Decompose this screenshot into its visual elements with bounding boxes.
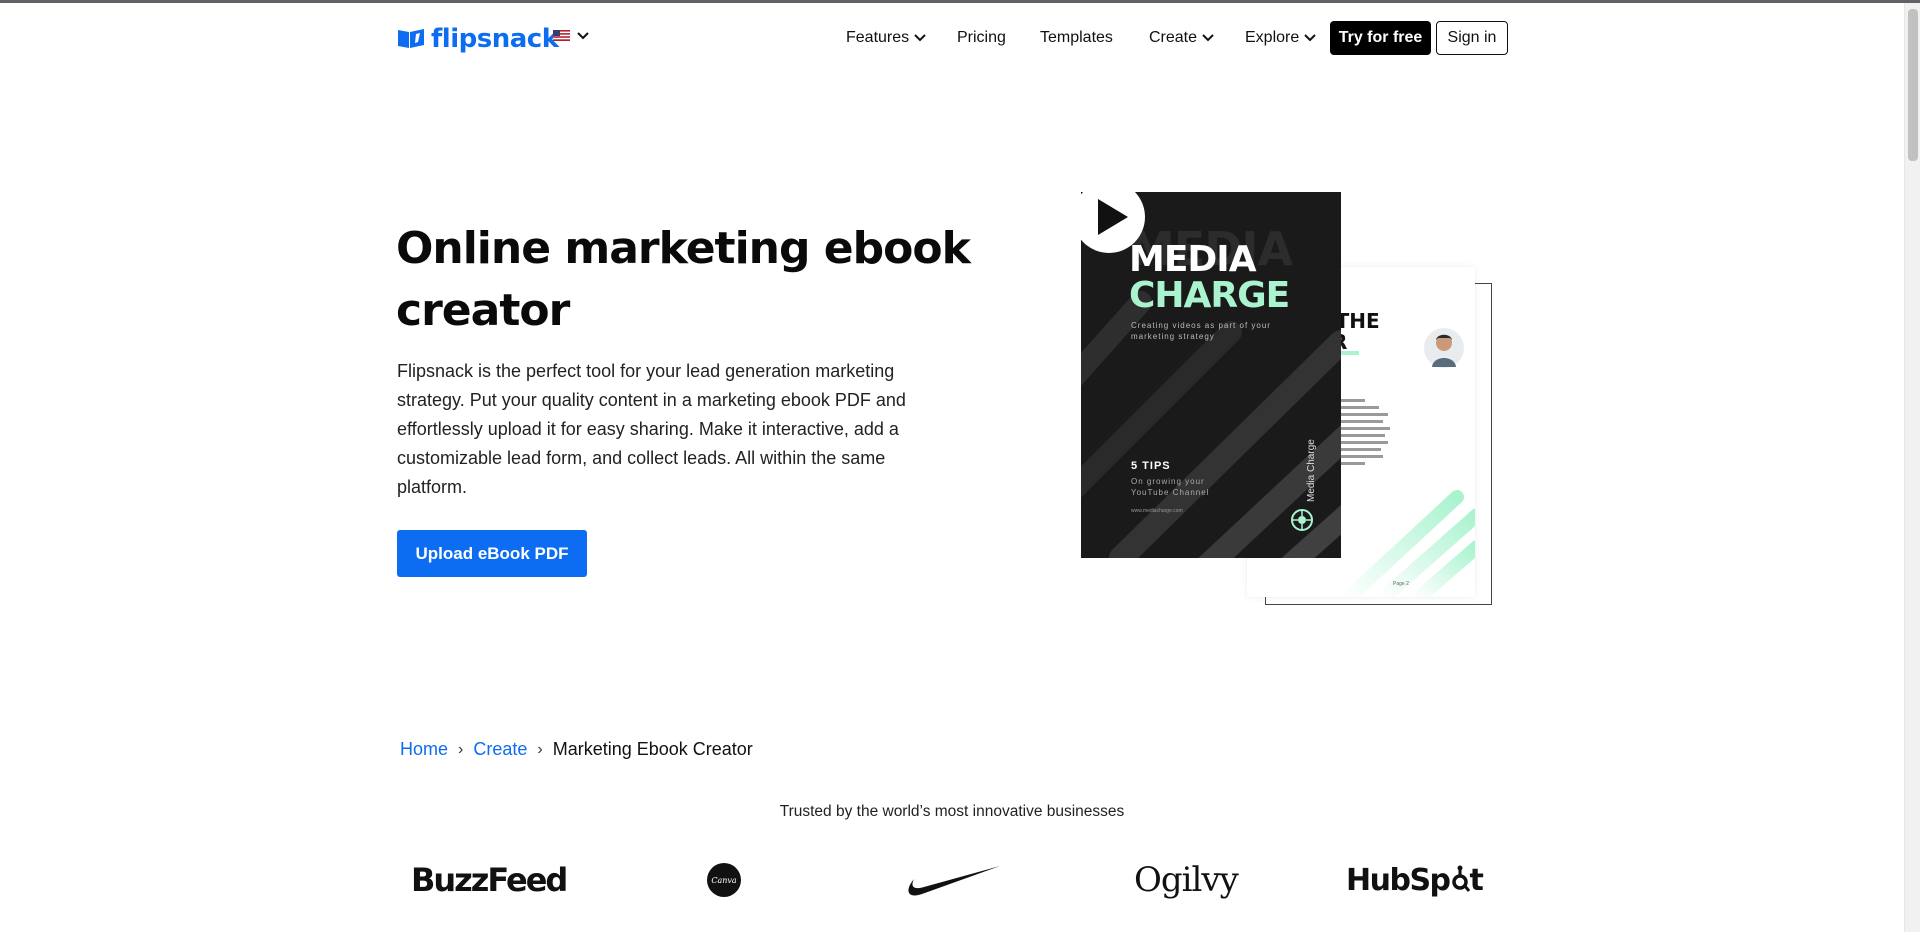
author-avatar <box>1424 328 1464 368</box>
breadcrumb-separator: › <box>458 740 464 758</box>
nav-create-label: Create <box>1149 29 1198 46</box>
breadcrumb-create[interactable]: Create <box>473 739 527 760</box>
browser-top-border <box>0 0 1920 3</box>
nav-pricing[interactable]: Pricing <box>957 21 1006 55</box>
cover-title-line-1: MEDIA <box>1129 239 1257 280</box>
nav-pricing-label: Pricing <box>957 29 1006 46</box>
nav-templates-label: Templates <box>1040 29 1113 46</box>
breadcrumb-home[interactable]: Home <box>400 739 448 760</box>
nav-explore[interactable]: Explore <box>1245 21 1316 55</box>
nav-create[interactable]: Create <box>1149 21 1214 55</box>
upload-ebook-button[interactable]: Upload eBook PDF <box>397 530 587 577</box>
inner-page-number: Page 2 <box>1393 581 1409 587</box>
hubspot-logo-text-end: t <box>1469 862 1484 898</box>
chevron-down-icon <box>1304 34 1316 42</box>
page-scrollbar[interactable] <box>1904 3 1920 932</box>
page-title: Online marketing ebook creator <box>396 223 971 336</box>
scrollbar-thumb[interactable] <box>1908 9 1918 161</box>
cover-tips-subtitle: On growing your YouTube Channel <box>1131 477 1210 497</box>
cover-subtitle: Creating videos as part of your marketin… <box>1131 321 1271 341</box>
sign-in-button[interactable]: Sign in <box>1436 21 1508 55</box>
nav-features[interactable]: Features <box>846 21 926 55</box>
canva-logo-text: Canva <box>711 876 737 885</box>
cover-title-line-2: CHARGE <box>1129 275 1290 316</box>
breadcrumb-current: Marketing Ebook Creator <box>552 739 753 759</box>
cover-emblem-icon <box>1291 509 1313 531</box>
trusted-by-heading: Trusted by the world’s most innovative b… <box>779 803 1125 820</box>
cover-url: www.mediacharge.com <box>1131 508 1183 514</box>
play-video-button[interactable] <box>1073 181 1145 253</box>
nike-swoosh-icon <box>908 866 1000 896</box>
nav-features-label: Features <box>846 29 910 46</box>
main-nav: Features Pricing Templates Create Explor… <box>0 21 1920 55</box>
cover-side-text: Media Charge <box>1306 439 1317 502</box>
hubspot-sprocket-icon <box>1451 865 1470 892</box>
hubspot-logo-text: HubSp <box>1346 862 1451 898</box>
canva-logo-icon: Canva <box>707 863 741 897</box>
buzzfeed-logo: BuzzFeed <box>411 861 568 899</box>
nike-logo <box>902 858 1002 902</box>
chevron-down-icon <box>914 34 926 42</box>
nav-explore-label: Explore <box>1245 29 1300 46</box>
breadcrumb-separator: › <box>537 740 543 758</box>
ogilvy-logo: Ogilvy <box>1134 860 1239 900</box>
play-icon <box>1098 199 1128 235</box>
nav-templates[interactable]: Templates <box>1040 21 1113 55</box>
breadcrumb: Home › Create › Marketing Ebook Creator <box>400 739 753 760</box>
hubspot-logo: HubSp t <box>1346 858 1484 902</box>
cover-tips-heading: 5 TIPS <box>1131 460 1171 472</box>
try-for-free-button[interactable]: Try for free <box>1330 21 1431 55</box>
chevron-down-icon <box>1202 34 1214 42</box>
hero-description: Flipsnack is the perfect tool for your l… <box>397 361 906 497</box>
hero-illustration: T THE OR on cialist Page 2 <box>1073 181 1505 610</box>
canva-logo: Canva <box>706 858 742 902</box>
